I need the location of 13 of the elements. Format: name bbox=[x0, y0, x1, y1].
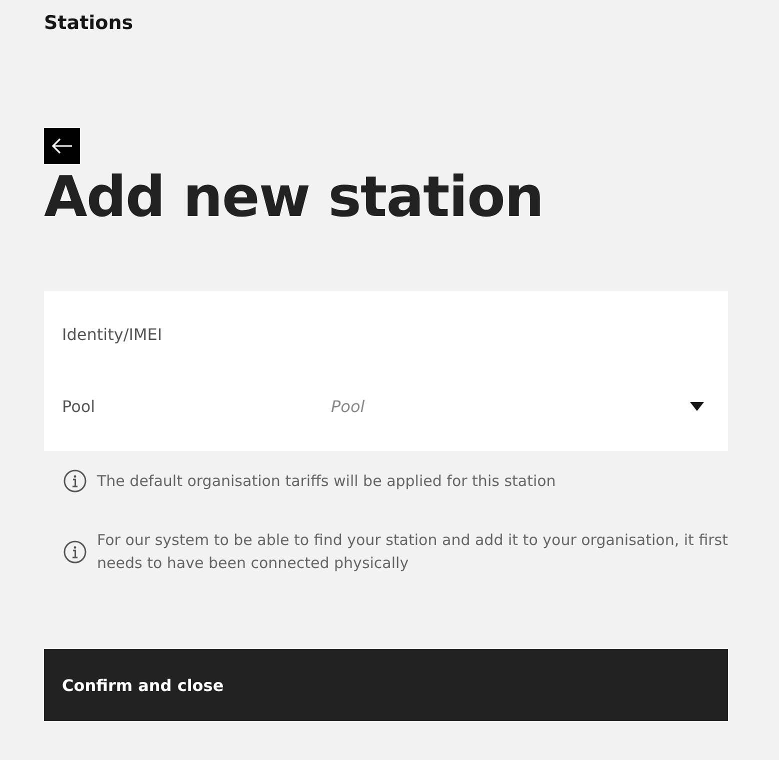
info-text: For our system to be able to find your station and add it to your organisation, it first needs to have been connected physically bbox=[97, 530, 728, 574]
info-text: The default organisation tariffs will be applied for this station bbox=[97, 470, 556, 492]
back-button[interactable] bbox=[44, 128, 80, 164]
back-arrow-icon bbox=[51, 138, 73, 154]
page-title: Add new station bbox=[44, 166, 544, 230]
confirm-button[interactable]: Confirm and close bbox=[44, 649, 728, 721]
info-icon bbox=[63, 469, 87, 493]
field-label: Pool bbox=[62, 396, 96, 416]
caret-icon bbox=[690, 402, 704, 410]
info-icon bbox=[63, 540, 87, 564]
field-label: Identity/IMEI bbox=[62, 324, 164, 344]
select-field[interactable]: Pool bbox=[331, 386, 710, 426]
breadcrumb-title: Stations bbox=[44, 11, 134, 36]
